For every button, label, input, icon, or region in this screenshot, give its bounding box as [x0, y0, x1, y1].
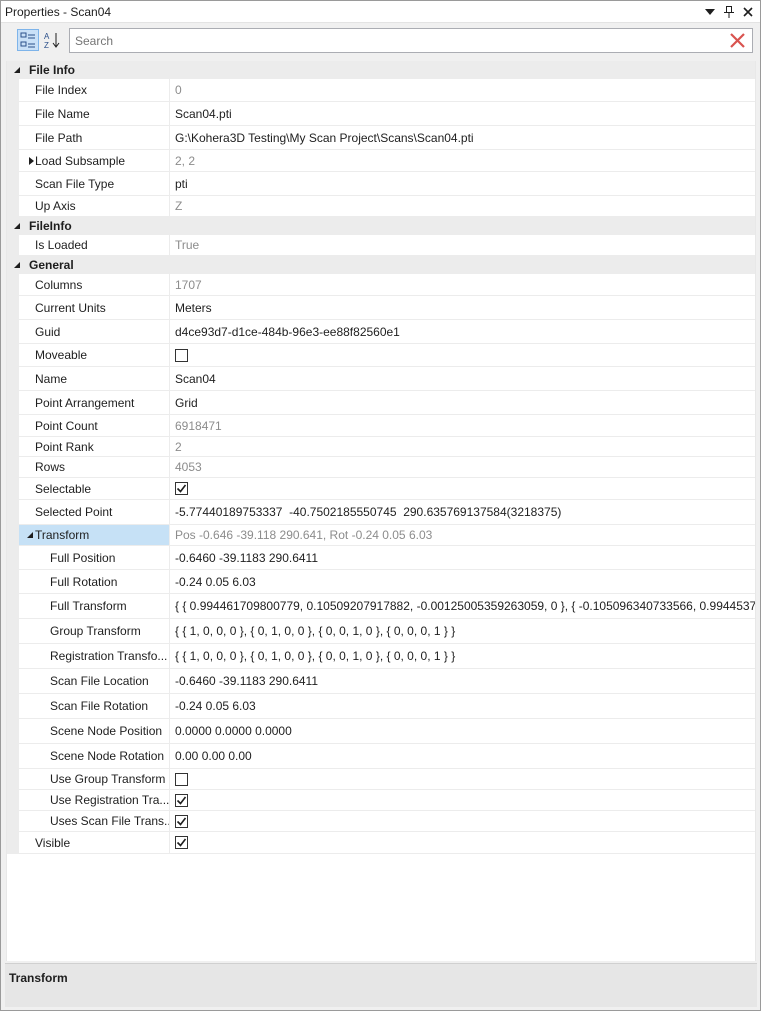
- property-row-selectable[interactable]: Selectable: [7, 478, 755, 500]
- category-general[interactable]: General: [7, 256, 755, 274]
- category-label: File Info: [29, 63, 75, 77]
- checkmark-icon: [176, 796, 187, 805]
- collapse-triangle-icon[interactable]: [26, 531, 34, 539]
- property-row-uses-scan-file-transform[interactable]: Uses Scan File Trans...: [7, 811, 755, 832]
- use-group-transform-checkbox[interactable]: [175, 772, 188, 786]
- property-row-moveable[interactable]: Moveable: [7, 344, 755, 367]
- visible-checkbox[interactable]: [175, 836, 188, 849]
- property-row-columns[interactable]: Columns 1707: [7, 274, 755, 296]
- selectable-checkbox[interactable]: [175, 482, 188, 495]
- property-row-group-transform[interactable]: Group Transform { { 1, 0, 0, 0 }, { 0, 1…: [7, 619, 755, 644]
- property-row-full-rotation[interactable]: Full Rotation -0.24 0.05 6.03: [7, 570, 755, 594]
- property-row-scan-file-location[interactable]: Scan File Location -0.6460 -39.1183 290.…: [7, 669, 755, 694]
- property-row-selected-point[interactable]: Selected Point -5.77440189753337 -40.750…: [7, 500, 755, 525]
- categorized-icon: [20, 32, 35, 48]
- property-row-scene-node-position[interactable]: Scene Node Position 0.0000 0.0000 0.0000: [7, 719, 755, 744]
- category-fileinfo[interactable]: FileInfo: [7, 217, 755, 235]
- use-registration-transform-checkbox[interactable]: [175, 793, 188, 807]
- svg-text:Z: Z: [44, 41, 49, 49]
- checkmark-icon: [176, 817, 187, 826]
- property-row-file-name[interactable]: File Name Scan04.pti: [7, 102, 755, 126]
- property-row-transform[interactable]: Transform Pos -0.646 -39.118 290.641, Ro…: [7, 525, 755, 546]
- clear-x-icon[interactable]: [729, 32, 746, 49]
- collapse-triangle-icon[interactable]: [13, 222, 21, 230]
- property-row-guid[interactable]: Guid d4ce93d7-d1ce-484b-96e3-ee88f82560e…: [7, 320, 755, 344]
- svg-text:A: A: [44, 32, 50, 41]
- property-row-full-transform[interactable]: Full Transform { { 0.994461709800779, 0.…: [7, 594, 755, 619]
- search-input[interactable]: [70, 29, 720, 52]
- property-row-use-group-transform[interactable]: Use Group Transform: [7, 769, 755, 790]
- property-grid: File Info File Index 0 File Name Scan04.…: [6, 61, 756, 961]
- property-row-scene-node-rotation[interactable]: Scene Node Rotation 0.00 0.00 0.00: [7, 744, 755, 769]
- property-row-full-position[interactable]: Full Position -0.6460 -39.1183 290.6411: [7, 546, 755, 570]
- property-row-load-subsample[interactable]: Load Subsample 2, 2: [7, 150, 755, 172]
- property-row-use-registration-transform[interactable]: Use Registration Tra...: [7, 790, 755, 811]
- property-row-point-rank[interactable]: Point Rank 2: [7, 437, 755, 457]
- toolbar: A Z: [5, 25, 757, 55]
- properties-window: Properties - Scan04 A Z Search File Info…: [0, 0, 761, 1011]
- property-row-scan-file-type[interactable]: Scan File Type pti: [7, 172, 755, 196]
- property-row-file-index[interactable]: File Index 0: [7, 79, 755, 102]
- title-bar: Properties - Scan04: [1, 1, 760, 23]
- window-title: Properties - Scan04: [5, 5, 112, 19]
- property-row-point-count[interactable]: Point Count 6918471: [7, 415, 755, 437]
- dropdown-arrow-icon[interactable]: [701, 3, 719, 21]
- description-panel: Transform: [5, 963, 757, 1007]
- uses-scan-file-transform-checkbox[interactable]: [175, 814, 188, 828]
- property-row-scan-file-rotation[interactable]: Scan File Rotation -0.24 0.05 6.03: [7, 694, 755, 719]
- property-row-name[interactable]: Name Scan04: [7, 367, 755, 391]
- sort-az-icon: A Z: [44, 32, 60, 49]
- category-label: FileInfo: [29, 219, 72, 233]
- property-row-registration-transform[interactable]: Registration Transfo... { { 1, 0, 0, 0 }…: [7, 644, 755, 669]
- pin-icon[interactable]: [720, 3, 738, 21]
- search-box: [69, 28, 753, 53]
- checkmark-icon: [176, 484, 187, 493]
- property-row-visible[interactable]: Visible: [7, 832, 755, 854]
- property-row-rows[interactable]: Rows 4053: [7, 457, 755, 478]
- category-label: General: [29, 258, 74, 272]
- property-row-file-path[interactable]: File Path G:\Kohera3D Testing\My Scan Pr…: [7, 126, 755, 150]
- category-file-info[interactable]: File Info: [7, 61, 755, 79]
- moveable-checkbox[interactable]: [175, 348, 188, 362]
- alphabetical-button[interactable]: A Z: [41, 29, 63, 51]
- checkmark-icon: [176, 838, 187, 847]
- description-title: Transform: [9, 971, 68, 985]
- categorized-button[interactable]: [17, 29, 39, 51]
- property-row-point-arrangement[interactable]: Point Arrangement Grid: [7, 391, 755, 415]
- property-row-up-axis[interactable]: Up Axis Z: [7, 196, 755, 217]
- close-icon[interactable]: [739, 3, 757, 21]
- property-row-is-loaded[interactable]: Is Loaded True: [7, 235, 755, 256]
- collapse-triangle-icon[interactable]: [13, 66, 21, 74]
- property-row-current-units[interactable]: Current Units Meters: [7, 296, 755, 320]
- collapse-triangle-icon[interactable]: [13, 261, 21, 269]
